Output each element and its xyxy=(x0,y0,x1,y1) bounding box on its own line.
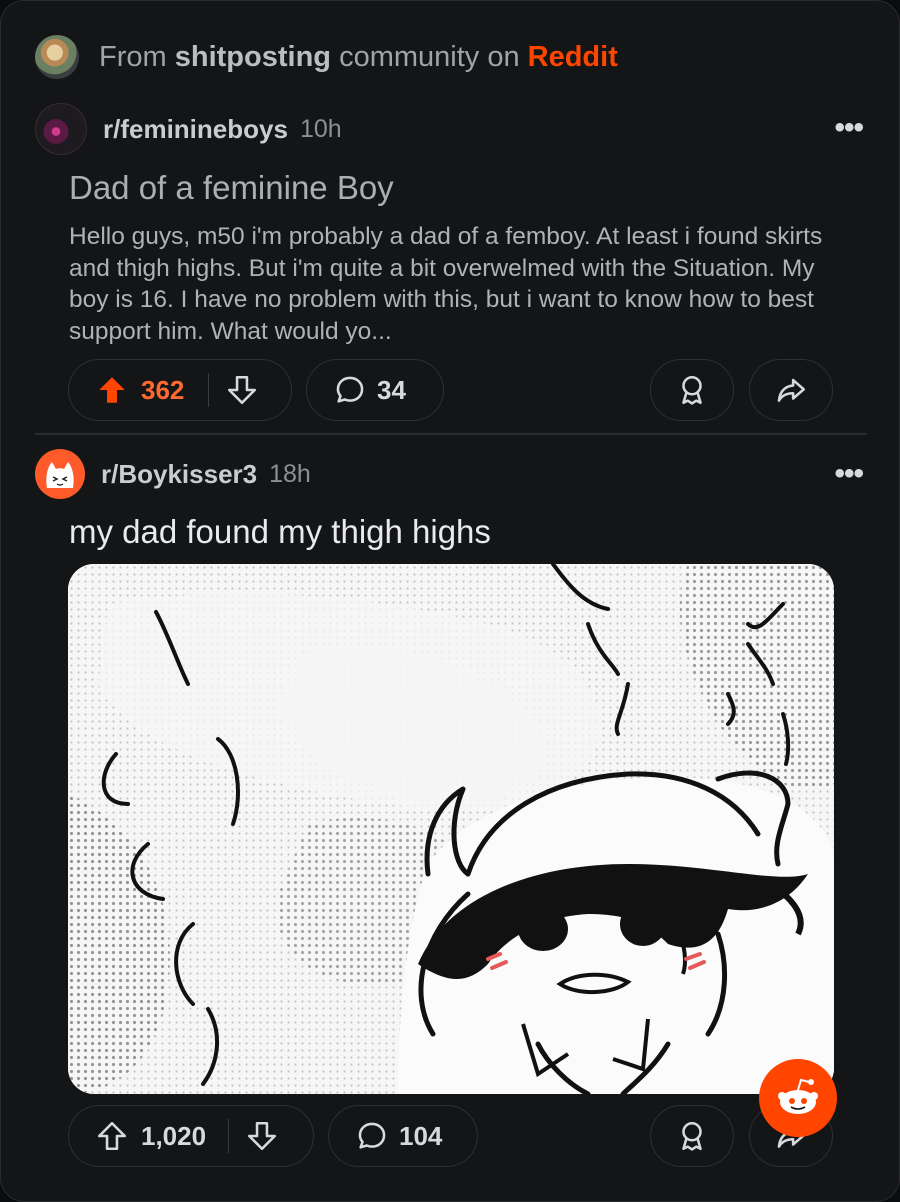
community-avatar xyxy=(35,35,79,79)
comments-button[interactable]: 104 xyxy=(328,1105,478,1167)
upvote-count: 1,020 xyxy=(141,1120,207,1151)
post-title[interactable]: my dad found my thigh highs xyxy=(69,513,491,551)
downvote-icon[interactable] xyxy=(245,1119,279,1153)
crosspost-source[interactable]: From shitposting community on Reddit xyxy=(35,35,618,79)
award-icon xyxy=(675,373,709,407)
upvote-icon[interactable] xyxy=(95,1119,129,1153)
comic-drawing xyxy=(68,564,834,1094)
post-time: 10h xyxy=(299,114,342,143)
comment-icon xyxy=(355,1119,389,1153)
comment-count: 104 xyxy=(399,1120,443,1151)
post-title[interactable]: Dad of a feminine Boy xyxy=(69,169,394,207)
cat-face-icon xyxy=(46,462,74,488)
award-icon xyxy=(675,1119,709,1153)
more-icon[interactable]: ••• xyxy=(834,111,863,145)
post-image[interactable] xyxy=(68,564,834,1094)
award-button[interactable] xyxy=(650,1105,734,1167)
subreddit-name[interactable]: r/Boykisser3 xyxy=(101,459,257,490)
source-platform: Reddit xyxy=(527,40,618,73)
award-button[interactable] xyxy=(650,359,734,421)
comments-button[interactable]: 34 xyxy=(306,359,444,421)
post-divider xyxy=(35,433,867,435)
subreddit-name[interactable]: r/feminineboys xyxy=(103,114,288,145)
vote-divider xyxy=(208,373,210,407)
subreddit-avatar[interactable] xyxy=(35,103,87,155)
comment-icon xyxy=(333,373,367,407)
post-body[interactable]: Hello guys, m50 i'm probably a dad of a … xyxy=(69,221,839,347)
upvote-count: 362 xyxy=(141,374,185,405)
share-icon xyxy=(774,373,808,407)
crosspost-source-text: From shitposting community on Reddit xyxy=(99,41,618,74)
reddit-snoo-button[interactable] xyxy=(759,1059,837,1137)
subreddit-avatar[interactable] xyxy=(35,449,85,499)
post-1-header: r/feminineboys 10h xyxy=(35,103,342,155)
share-button[interactable] xyxy=(749,359,833,421)
source-prefix: From xyxy=(99,40,167,73)
vote-control: 362 xyxy=(68,359,292,421)
downvote-icon[interactable] xyxy=(225,373,259,407)
reddit-snoo-icon xyxy=(770,1070,826,1126)
comment-count: 34 xyxy=(377,374,406,405)
crosspost-card: From shitposting community on Reddit r/f… xyxy=(0,0,900,1202)
source-community[interactable]: shitposting xyxy=(175,41,331,73)
more-icon[interactable]: ••• xyxy=(834,457,863,491)
vote-divider xyxy=(228,1119,230,1153)
source-middle: community on xyxy=(339,40,520,73)
upvote-icon[interactable] xyxy=(95,373,129,407)
vote-control: 1,020 xyxy=(68,1105,314,1167)
post-2-header: r/Boykisser3 18h xyxy=(35,449,311,499)
post-time: 18h xyxy=(269,459,311,488)
